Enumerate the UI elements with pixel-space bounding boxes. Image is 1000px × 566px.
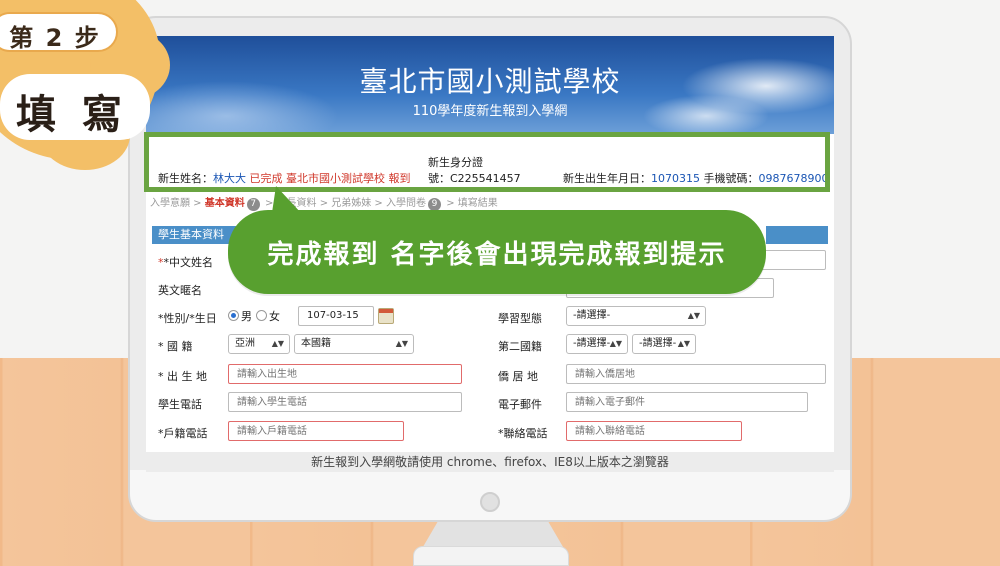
monitor-foot [413,546,569,566]
birthplace-label: * 出 生 地 [158,370,207,383]
birthplace-input[interactable] [228,364,462,384]
highlight-frame [144,132,830,192]
student-phone-input[interactable] [228,392,462,412]
second-nationality-continent-select[interactable]: -請選擇- ▲▼ [566,334,628,354]
calendar-icon[interactable] [378,308,394,324]
english-name-label: 英文暱名 [158,284,202,297]
step-intent[interactable]: 入學意願 > [150,194,202,209]
learning-type-label: 學習型態 [498,312,542,325]
gender-birthday-label: *性別/*生日 [158,312,217,325]
household-phone-label: *戶籍電話 [158,427,208,440]
power-button-icon [480,492,500,512]
second-nationality-country-select[interactable]: -請選擇- ▲▼ [632,334,696,354]
step-siblings[interactable]: > 兄弟姊妹 > [320,194,383,209]
gender-female-label: 女 [269,310,280,323]
step-survey[interactable]: 入學問卷 [386,194,426,209]
student-phone-label: 學生電話 [158,398,202,411]
household-phone-input[interactable] [228,421,404,441]
callout-text: 完成報到 名字後會出現完成報到提示 [267,240,727,270]
contact-phone-label: *聯絡電話 [498,427,548,440]
birthday-field[interactable]: 107-03-15 [298,306,374,326]
banner-subtitle: 110學年度新生報到入學網 [412,104,568,119]
step-result[interactable]: > 填寫結果 [446,194,498,209]
chinese-name-label: **中文姓名 [158,256,213,269]
contact-phone-input[interactable] [566,421,742,441]
residence-input[interactable] [566,364,826,384]
step-action-text: 填 寫 [16,91,128,138]
step-basic-info[interactable]: 基本資料 [205,194,245,209]
continent-select[interactable]: 亞洲 ▲▼ [228,334,290,354]
step-number-badge: 7 [246,198,260,211]
email-label: 電子郵件 [498,398,542,411]
gender-male-label: 男 [241,310,252,323]
section-header-bar [766,226,828,244]
residence-label: 僑 居 地 [498,370,538,383]
second-nationality-label: 第二國籍 [498,340,542,353]
banner-title: 臺北市國小測試學校 [359,65,621,98]
email-input[interactable] [566,392,808,412]
learning-type-select[interactable]: -請選擇- ▲▼ [566,306,706,326]
gender-female-radio[interactable] [256,310,267,321]
nationality-label: * 國 籍 [158,340,193,353]
progress-steps: 入學意願 > 基本資料 7 > 家長資料 > 兄弟姊妹 > 入學問卷 9 > 填寫結… [150,194,834,211]
step-number-text: 第 2 步 [9,24,101,52]
gender-male-radio[interactable] [228,310,239,321]
country-select[interactable]: 本國籍 ▲▼ [294,334,414,354]
school-banner: 臺北市國小測試學校 110學年度新生報到入學網 [146,36,834,134]
browser-support-footer: 新生報到入學網敬請使用 chrome、firefox、IE8以上版本之瀏覽器 [146,452,834,472]
